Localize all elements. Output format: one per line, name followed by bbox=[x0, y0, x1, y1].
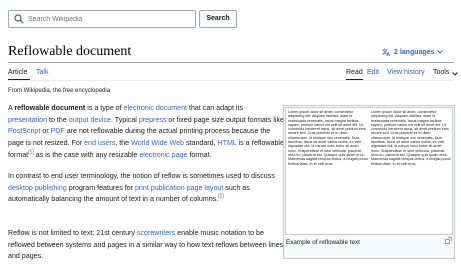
search-button[interactable]: Search bbox=[199, 10, 237, 28]
inline-link[interactable]: HTML bbox=[218, 139, 237, 147]
text-run: that can adapt its bbox=[187, 104, 243, 112]
tab-read[interactable]: Read bbox=[346, 69, 363, 76]
title-divider bbox=[8, 62, 454, 63]
inline-link[interactable]: page layout bbox=[187, 184, 224, 192]
figure-text-column-right: Lorem ipsum dolor sit amet, consectetur … bbox=[371, 110, 451, 166]
text-run: , the bbox=[115, 139, 132, 148]
text-run: or bbox=[40, 127, 51, 136]
text-run: is a type of bbox=[85, 104, 124, 112]
tabs-divider bbox=[8, 80, 454, 81]
inline-link[interactable]: World Wide Web bbox=[131, 139, 184, 147]
inline-link[interactable]: PDF bbox=[51, 127, 65, 135]
inline-link[interactable]: end users bbox=[84, 139, 115, 147]
paragraph-reflow: Reflow is not limited to text; 21st cent… bbox=[8, 228, 284, 263]
bold-term: reflowable document bbox=[14, 104, 86, 112]
tab-edit[interactable]: Edit bbox=[367, 69, 379, 76]
inline-link[interactable]: presentation bbox=[8, 116, 47, 124]
search-icon bbox=[14, 14, 24, 24]
inline-link[interactable]: prepress bbox=[139, 116, 167, 124]
inline-link[interactable]: desktop publishing bbox=[8, 184, 67, 192]
paragraph-contrast: In contrast to end user terminology, the… bbox=[8, 171, 284, 206]
chevron-down-icon bbox=[437, 50, 444, 54]
inline-link[interactable]: scorewriters bbox=[137, 229, 175, 237]
text-run: program features for bbox=[66, 183, 135, 192]
search-input[interactable] bbox=[28, 12, 193, 26]
chevron-down-icon[interactable] bbox=[452, 72, 458, 76]
page-title: Reflowable document bbox=[8, 44, 132, 59]
expand-icon[interactable] bbox=[445, 237, 452, 244]
text-run: . Typical bbox=[110, 115, 139, 124]
figure-caption: Example of reflowable text bbox=[286, 239, 360, 246]
language-button[interactable]: 文 A 2 languages bbox=[382, 48, 444, 56]
text-run: standard, bbox=[184, 139, 218, 148]
inline-link[interactable]: PostScript bbox=[8, 127, 40, 135]
inline-link[interactable]: electronic document bbox=[124, 104, 187, 112]
inline-link[interactable]: output device bbox=[69, 116, 111, 124]
inline-link[interactable]: electronic page bbox=[139, 151, 187, 159]
text-run: In contrast to end user terminology, the… bbox=[8, 172, 275, 180]
figure-text-column-left: Lorem ipsum dolor sit amet, consectetur … bbox=[288, 110, 368, 166]
tab-talk[interactable]: Talk bbox=[36, 69, 48, 76]
tab-view-history[interactable]: View history bbox=[387, 69, 425, 76]
translate-icon: 文 A bbox=[382, 48, 391, 56]
citation-link[interactable]: [2] bbox=[218, 194, 224, 200]
tagline: From Wikipedia, the free encyclopedia bbox=[8, 88, 111, 94]
tab-article[interactable]: Article bbox=[8, 69, 27, 76]
text-run: or fixed page size output formats like bbox=[166, 115, 284, 124]
text-run: format. bbox=[187, 150, 212, 159]
language-count: 2 languages bbox=[394, 48, 435, 56]
text-run: Reflow is not limited to text; 21st cent… bbox=[8, 229, 137, 237]
text-run: as is the case with any resizable bbox=[33, 150, 140, 159]
paragraph-intro: A reflowable document is a type of elect… bbox=[8, 103, 284, 162]
svg-text:A: A bbox=[387, 52, 391, 56]
text-run: to the bbox=[47, 115, 69, 124]
inline-link[interactable]: print publication bbox=[135, 184, 185, 192]
tools-menu[interactable]: Tools bbox=[433, 69, 449, 76]
